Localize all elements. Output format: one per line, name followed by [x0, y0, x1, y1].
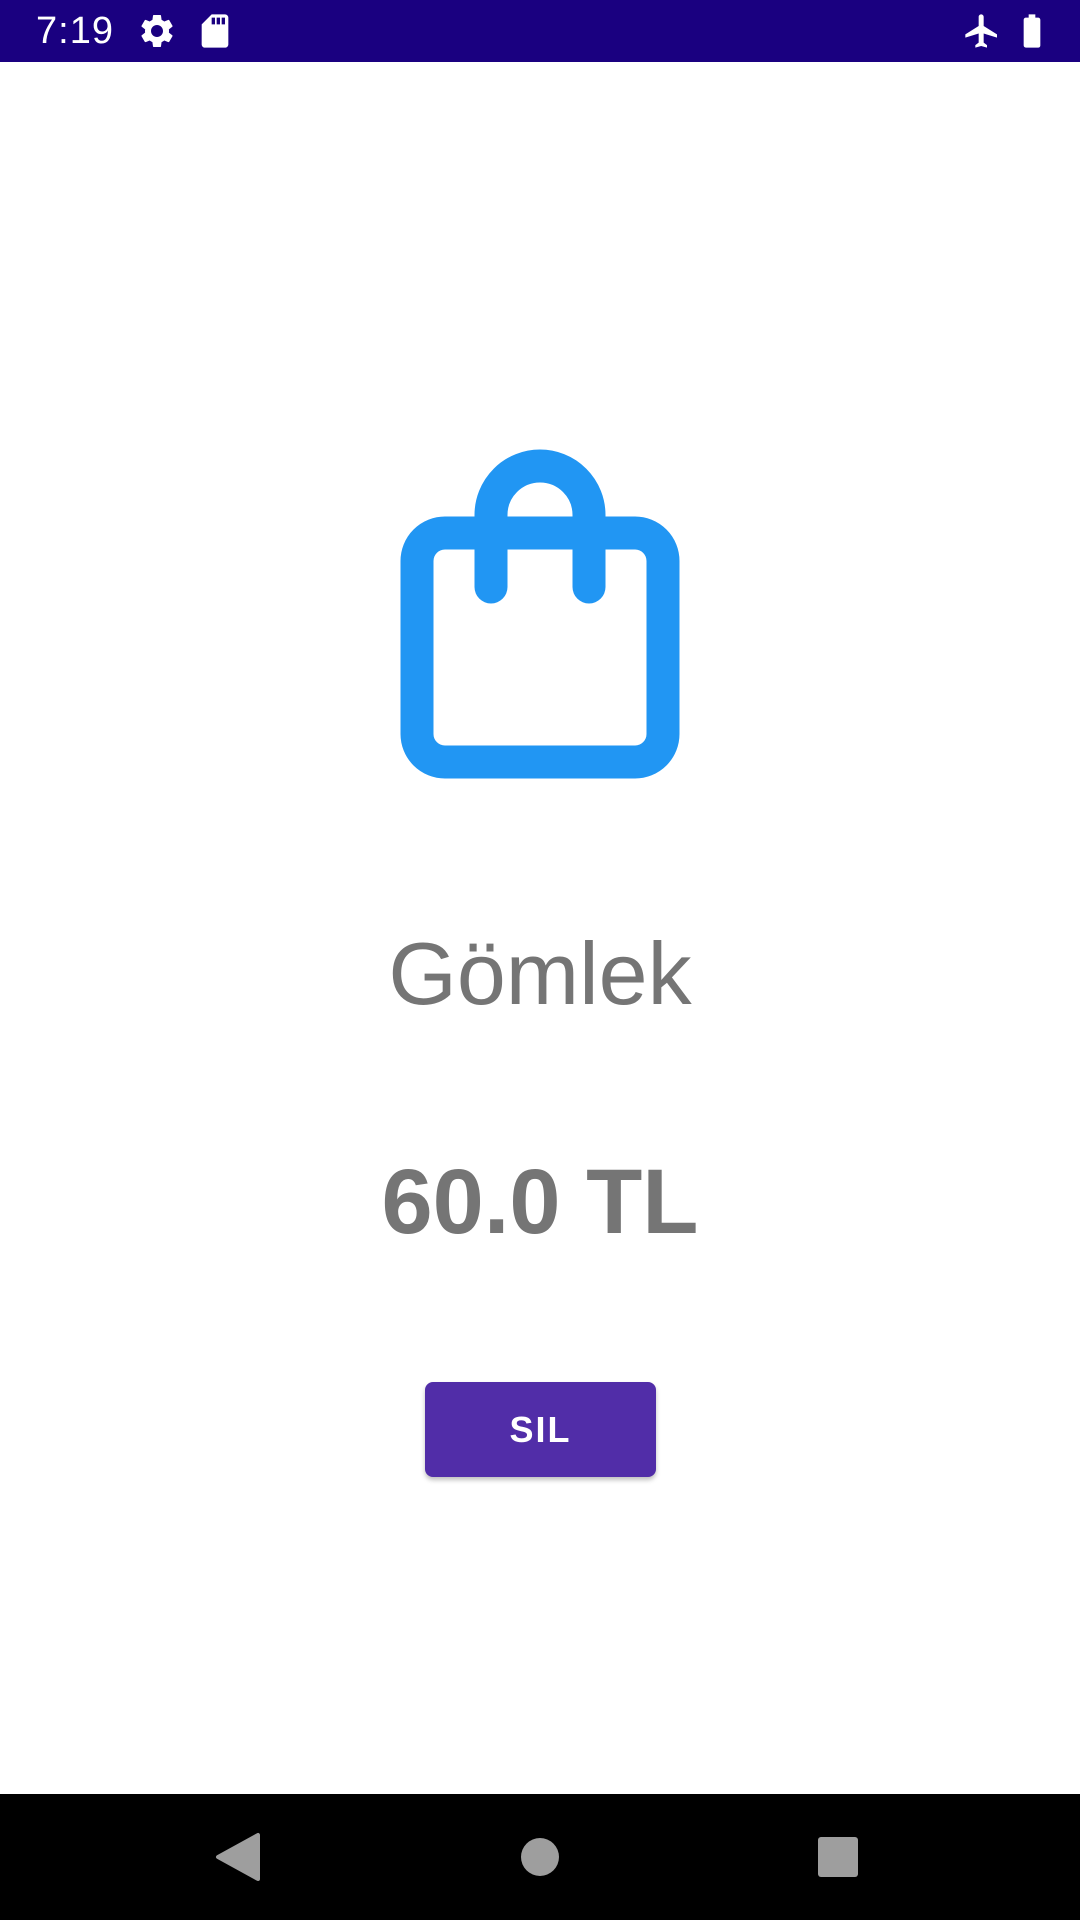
status-bar: 7:19 — [0, 0, 1080, 62]
product-name: Gömlek — [388, 924, 692, 1023]
navigation-bar — [0, 1794, 1080, 1920]
status-time: 7:19 — [36, 10, 114, 52]
delete-button[interactable]: SIL — [425, 1382, 656, 1477]
gear-icon — [137, 11, 177, 51]
product-price: 60.0 TL — [381, 1151, 699, 1253]
home-icon[interactable] — [510, 1827, 570, 1887]
shopping-bag-icon — [400, 446, 680, 782]
back-icon[interactable] — [208, 1827, 268, 1887]
sd-card-icon — [195, 11, 235, 51]
recents-icon[interactable] — [808, 1827, 868, 1887]
battery-icon — [1012, 11, 1052, 51]
airplane-icon — [962, 11, 1002, 51]
screen: 7:19 Gömlek 60.0 TL SIL — [0, 0, 1080, 1920]
